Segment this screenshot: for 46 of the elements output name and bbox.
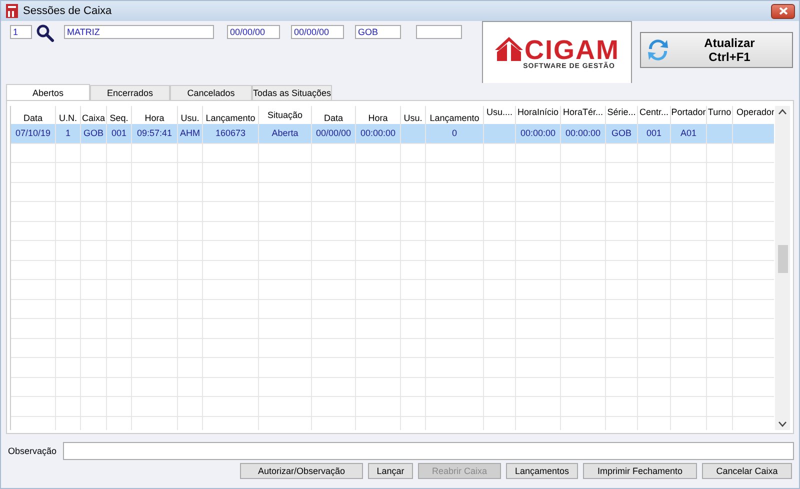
action-button[interactable]: Imprimir Fechamento [583,463,697,479]
close-icon [778,7,788,15]
table-cell: 0 [452,128,457,138]
input-field[interactable]: 00/00/00 [227,25,280,39]
window-title: Sessões de Caixa [23,5,112,17]
input-field[interactable]: GOB [355,25,401,39]
table-cell: 07/10/19 [15,128,51,138]
table-cell: AHM [180,128,200,138]
input-field[interactable]: 1 [10,25,32,39]
search-button[interactable] [36,24,54,42]
table-cell: GOB [611,128,632,138]
house-icon [494,36,522,62]
observation-label: Observação [8,446,57,456]
table-cell: 00:00:00 [520,128,556,138]
logo-name: CIGAM [524,38,620,62]
action-button[interactable]: Cancelar Caixa [702,463,792,479]
table-cell: 00:00:00 [565,128,601,138]
scrollbar[interactable] [775,106,790,430]
tab[interactable]: Todas as Situações [252,85,332,100]
tab[interactable]: Cancelados [170,85,252,100]
search-icon [36,24,54,42]
input-field[interactable]: MATRIZ [64,25,214,39]
action-button[interactable]: Lançar [368,463,413,479]
action-button[interactable]: Autorizar/Observação [240,463,363,479]
table-cell: Aberta [272,128,298,138]
close-button[interactable] [771,4,795,18]
observation-field[interactable] [62,442,794,460]
input-field[interactable]: 00/00/00 [291,25,344,39]
action-button[interactable]: Lançamentos [506,463,578,479]
refresh-icon [645,37,671,63]
table-cell: 160673 [215,128,246,138]
table-cell: 00/00/00 [316,128,352,138]
table-cell: A01 [680,128,696,138]
table-cell: GOB [83,128,104,138]
refresh-button[interactable]: Atualizar Ctrl+F1 [640,32,793,68]
table-cell: 001 [111,128,127,138]
table-cell: 00:00:00 [360,128,396,138]
table-cell: 09:57:41 [136,128,172,138]
table-cell: 001 [646,128,662,138]
tab[interactable]: Abertos [6,84,90,100]
input-field[interactable] [416,25,462,39]
app-icon [6,4,18,18]
table-cell: 1 [65,128,70,138]
scroll-thumb[interactable] [778,245,788,273]
table-row[interactable]: 07/10/19 1 GOB 001 09:57:41 AHM 160673 Aberta 00/00/00 00:00:00 0 00:00:00 00:00:00 GOB 001 A01 [11,124,774,144]
tab[interactable]: Encerrados [90,85,170,100]
